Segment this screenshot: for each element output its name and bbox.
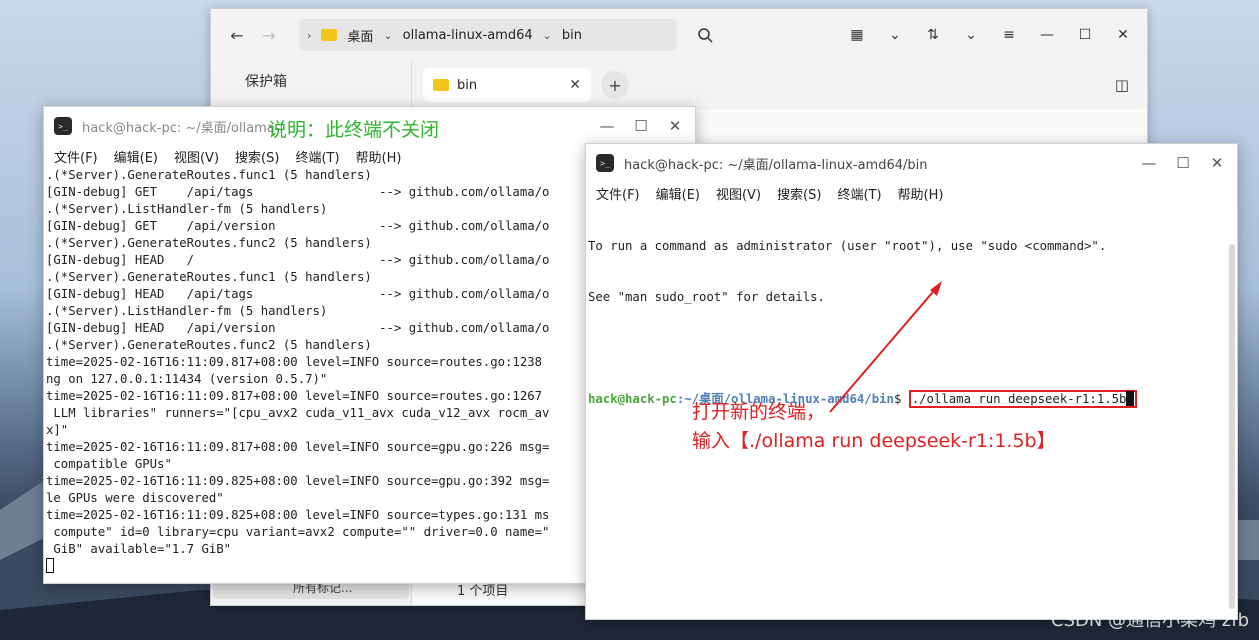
annotation-line: 打开新的终端， [692,401,826,423]
annotation-text: 打开新的终端， 输入【./ollama run deepseek-r1:1.5b… [692,398,1056,456]
annotation-line: 输入【./ollama run deepseek-r1:1.5b】 [692,430,1056,452]
watermark: CSDN @通信小菜鸡 zfb [1051,610,1249,631]
annotation-arrow [829,281,942,413]
